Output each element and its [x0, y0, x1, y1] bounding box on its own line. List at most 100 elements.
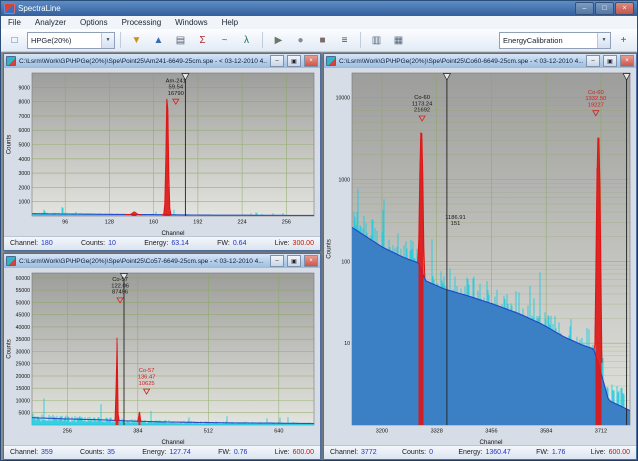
spectrum-window-am241[interactable]: C:\Lsrm\Work\GP\HPGe(20%)\Spe\Point25\Am… — [3, 53, 321, 251]
svg-text:15000: 15000 — [16, 386, 31, 392]
menu-item-options[interactable]: Options — [73, 16, 115, 29]
child-minimize-button[interactable]: – — [270, 255, 284, 267]
svg-text:21692: 21692 — [414, 108, 430, 114]
start-acquisition-icon: ▶ — [275, 35, 283, 46]
menu-item-processing[interactable]: Processing — [115, 16, 169, 29]
svg-text:151: 151 — [451, 221, 461, 227]
status-energy-value: 1360.47 — [485, 449, 510, 456]
record-button[interactable]: ● — [290, 30, 311, 51]
smoothing-icon: ~ — [222, 35, 228, 46]
child-restore-button[interactable]: ▣ — [603, 55, 617, 67]
child-restore-button[interactable]: ▣ — [287, 255, 301, 267]
toolbar-group-reports: ▥▦ — [366, 30, 409, 51]
menu-item-help[interactable]: Help — [215, 16, 245, 29]
detector-combo[interactable]: HPGe(20%) ▼ — [27, 32, 115, 49]
status-energy-label: Energy: — [142, 449, 166, 456]
detector-combo-value: HPGe(20%) — [28, 36, 101, 45]
toolbar-separator — [360, 32, 361, 48]
svg-text:20000: 20000 — [16, 374, 31, 380]
toolbar: □ HPGe(20%) ▼ ▼▲▤Σ~λ ▶●■≡ ▥▦ EnergyCalib… — [1, 29, 637, 52]
minimize-button[interactable]: – — [575, 2, 594, 15]
child-title: C:\Lsrm\Work\GP\HPGe(20%)\Spe\Point25\Co… — [339, 58, 583, 65]
print-button[interactable]: ▤ — [170, 30, 191, 51]
svg-text:Counts: Counts — [6, 135, 13, 155]
child-titlebar[interactable]: C:\Lsrm\Work\GP\HPGe(20%)\Spe\Point25\Am… — [4, 54, 320, 68]
new-spectrum-button[interactable]: □ — [4, 30, 25, 51]
svg-text:Counts: Counts — [6, 339, 13, 359]
table-button[interactable]: ▦ — [388, 30, 409, 51]
report-button[interactable]: ▥ — [366, 30, 387, 51]
peak-search-button[interactable]: Σ — [192, 30, 213, 51]
svg-text:136.47: 136.47 — [138, 375, 156, 381]
child-close-button[interactable]: × — [304, 55, 318, 67]
app-icon — [4, 3, 15, 14]
stop-acquisition-button[interactable]: ■ — [312, 30, 333, 51]
maximize-button[interactable]: □ — [595, 2, 614, 15]
start-acquisition-button[interactable]: ▶ — [268, 30, 289, 51]
save-spectrum-icon: ▲ — [154, 35, 164, 46]
svg-text:3000: 3000 — [18, 171, 30, 177]
spectrum-file-icon — [326, 56, 336, 66]
close-button[interactable]: × — [615, 2, 634, 15]
toolbar-separator — [262, 32, 263, 48]
report-icon: ▥ — [372, 35, 381, 46]
svg-text:4000: 4000 — [18, 157, 30, 163]
toolbar-group-file: □ — [4, 30, 25, 51]
spectrum-list-button[interactable]: ≡ — [334, 30, 355, 51]
toolbar-group-acquisition: ▶ ●■≡ — [268, 30, 355, 51]
status-bar: Channel:3772 Counts:0 Energy:1360.47 FW:… — [324, 445, 636, 459]
spectrum-window-co60[interactable]: C:\Lsrm\Work\GP\HPGe(20%)\Spe\Point25\Co… — [323, 53, 637, 460]
calibration-combo[interactable]: EnergyCalibration ▼ — [499, 32, 611, 49]
child-restore-button[interactable]: ▣ — [287, 55, 301, 67]
svg-text:3328: 3328 — [431, 429, 443, 435]
calibration-button[interactable]: λ — [236, 30, 257, 51]
spectrum-chart[interactable]: Co-57122.0687496Co-57136.471062525638451… — [4, 268, 320, 446]
svg-text:8000: 8000 — [18, 100, 30, 106]
svg-text:192: 192 — [193, 220, 202, 226]
svg-text:10000: 10000 — [16, 399, 31, 405]
open-spectrum-button[interactable]: ▼ — [126, 30, 147, 51]
smoothing-button[interactable]: ~ — [214, 30, 235, 51]
child-titlebar[interactable]: C:\Lsrm\Work\GP\HPGe(20%)\Spe\Point25\Co… — [4, 254, 320, 268]
child-minimize-button[interactable]: – — [270, 55, 284, 67]
titlebar[interactable]: SpectraLine – □ × — [1, 1, 637, 16]
spectrum-chart[interactable]: Am-24159.5416790961281601922242561000200… — [4, 68, 320, 237]
status-channel-value: 3772 — [361, 449, 377, 456]
svg-text:35000: 35000 — [16, 337, 31, 343]
child-close-button[interactable]: × — [620, 55, 634, 67]
svg-text:Am-241: Am-241 — [166, 78, 186, 84]
status-bar: Channel:180 Counts:10 Energy:63.14 FW:0.… — [4, 236, 320, 250]
status-channel-label: Channel: — [10, 449, 38, 456]
add-calibration-button[interactable]: + — [613, 30, 634, 51]
toolbar-separator — [120, 32, 121, 48]
chevron-down-icon: ▼ — [101, 33, 114, 48]
child-titlebar[interactable]: C:\Lsrm\Work\GP\HPGe(20%)\Spe\Point25\Co… — [324, 54, 636, 68]
menu-item-windows[interactable]: Windows — [168, 16, 214, 29]
child-title: C:\Lsrm\Work\GP\HPGe(20%)\Spe\Point25\Am… — [19, 58, 267, 65]
svg-text:122.06: 122.06 — [111, 283, 129, 289]
svg-text:40000: 40000 — [16, 325, 31, 331]
menu-item-analyzer[interactable]: Analyzer — [28, 16, 73, 29]
status-counts-label: Counts: — [80, 449, 104, 456]
child-minimize-button[interactable]: – — [586, 55, 600, 67]
svg-text:128: 128 — [105, 220, 114, 226]
svg-text:6000: 6000 — [18, 128, 30, 134]
calibration-icon: λ — [244, 35, 249, 46]
chevron-down-icon: ▼ — [597, 33, 610, 48]
spectrum-window-co57[interactable]: C:\Lsrm\Work\GP\HPGe(20%)\Spe\Point25\Co… — [3, 253, 321, 460]
svg-text:3584: 3584 — [540, 429, 552, 435]
save-spectrum-button[interactable]: ▲ — [148, 30, 169, 51]
calibration-combo-value: EnergyCalibration — [500, 36, 597, 45]
svg-text:Co-57: Co-57 — [112, 277, 128, 283]
spectrum-file-icon — [6, 256, 16, 266]
child-close-button[interactable]: × — [304, 255, 318, 267]
menu-item-file[interactable]: File — [1, 16, 28, 29]
status-fw-label: FW: — [536, 449, 549, 456]
plot-area: Co-57122.0687496Co-57136.471062525638451… — [4, 268, 320, 446]
status-fw-value: 0.64 — [233, 240, 247, 247]
svg-text:87496: 87496 — [112, 290, 128, 296]
svg-text:10625: 10625 — [139, 381, 155, 387]
svg-text:45000: 45000 — [16, 313, 31, 319]
spectrum-chart[interactable]: Co-601173.2421692Co-601332.50192271186.9… — [324, 68, 636, 446]
svg-text:25000: 25000 — [16, 362, 31, 368]
